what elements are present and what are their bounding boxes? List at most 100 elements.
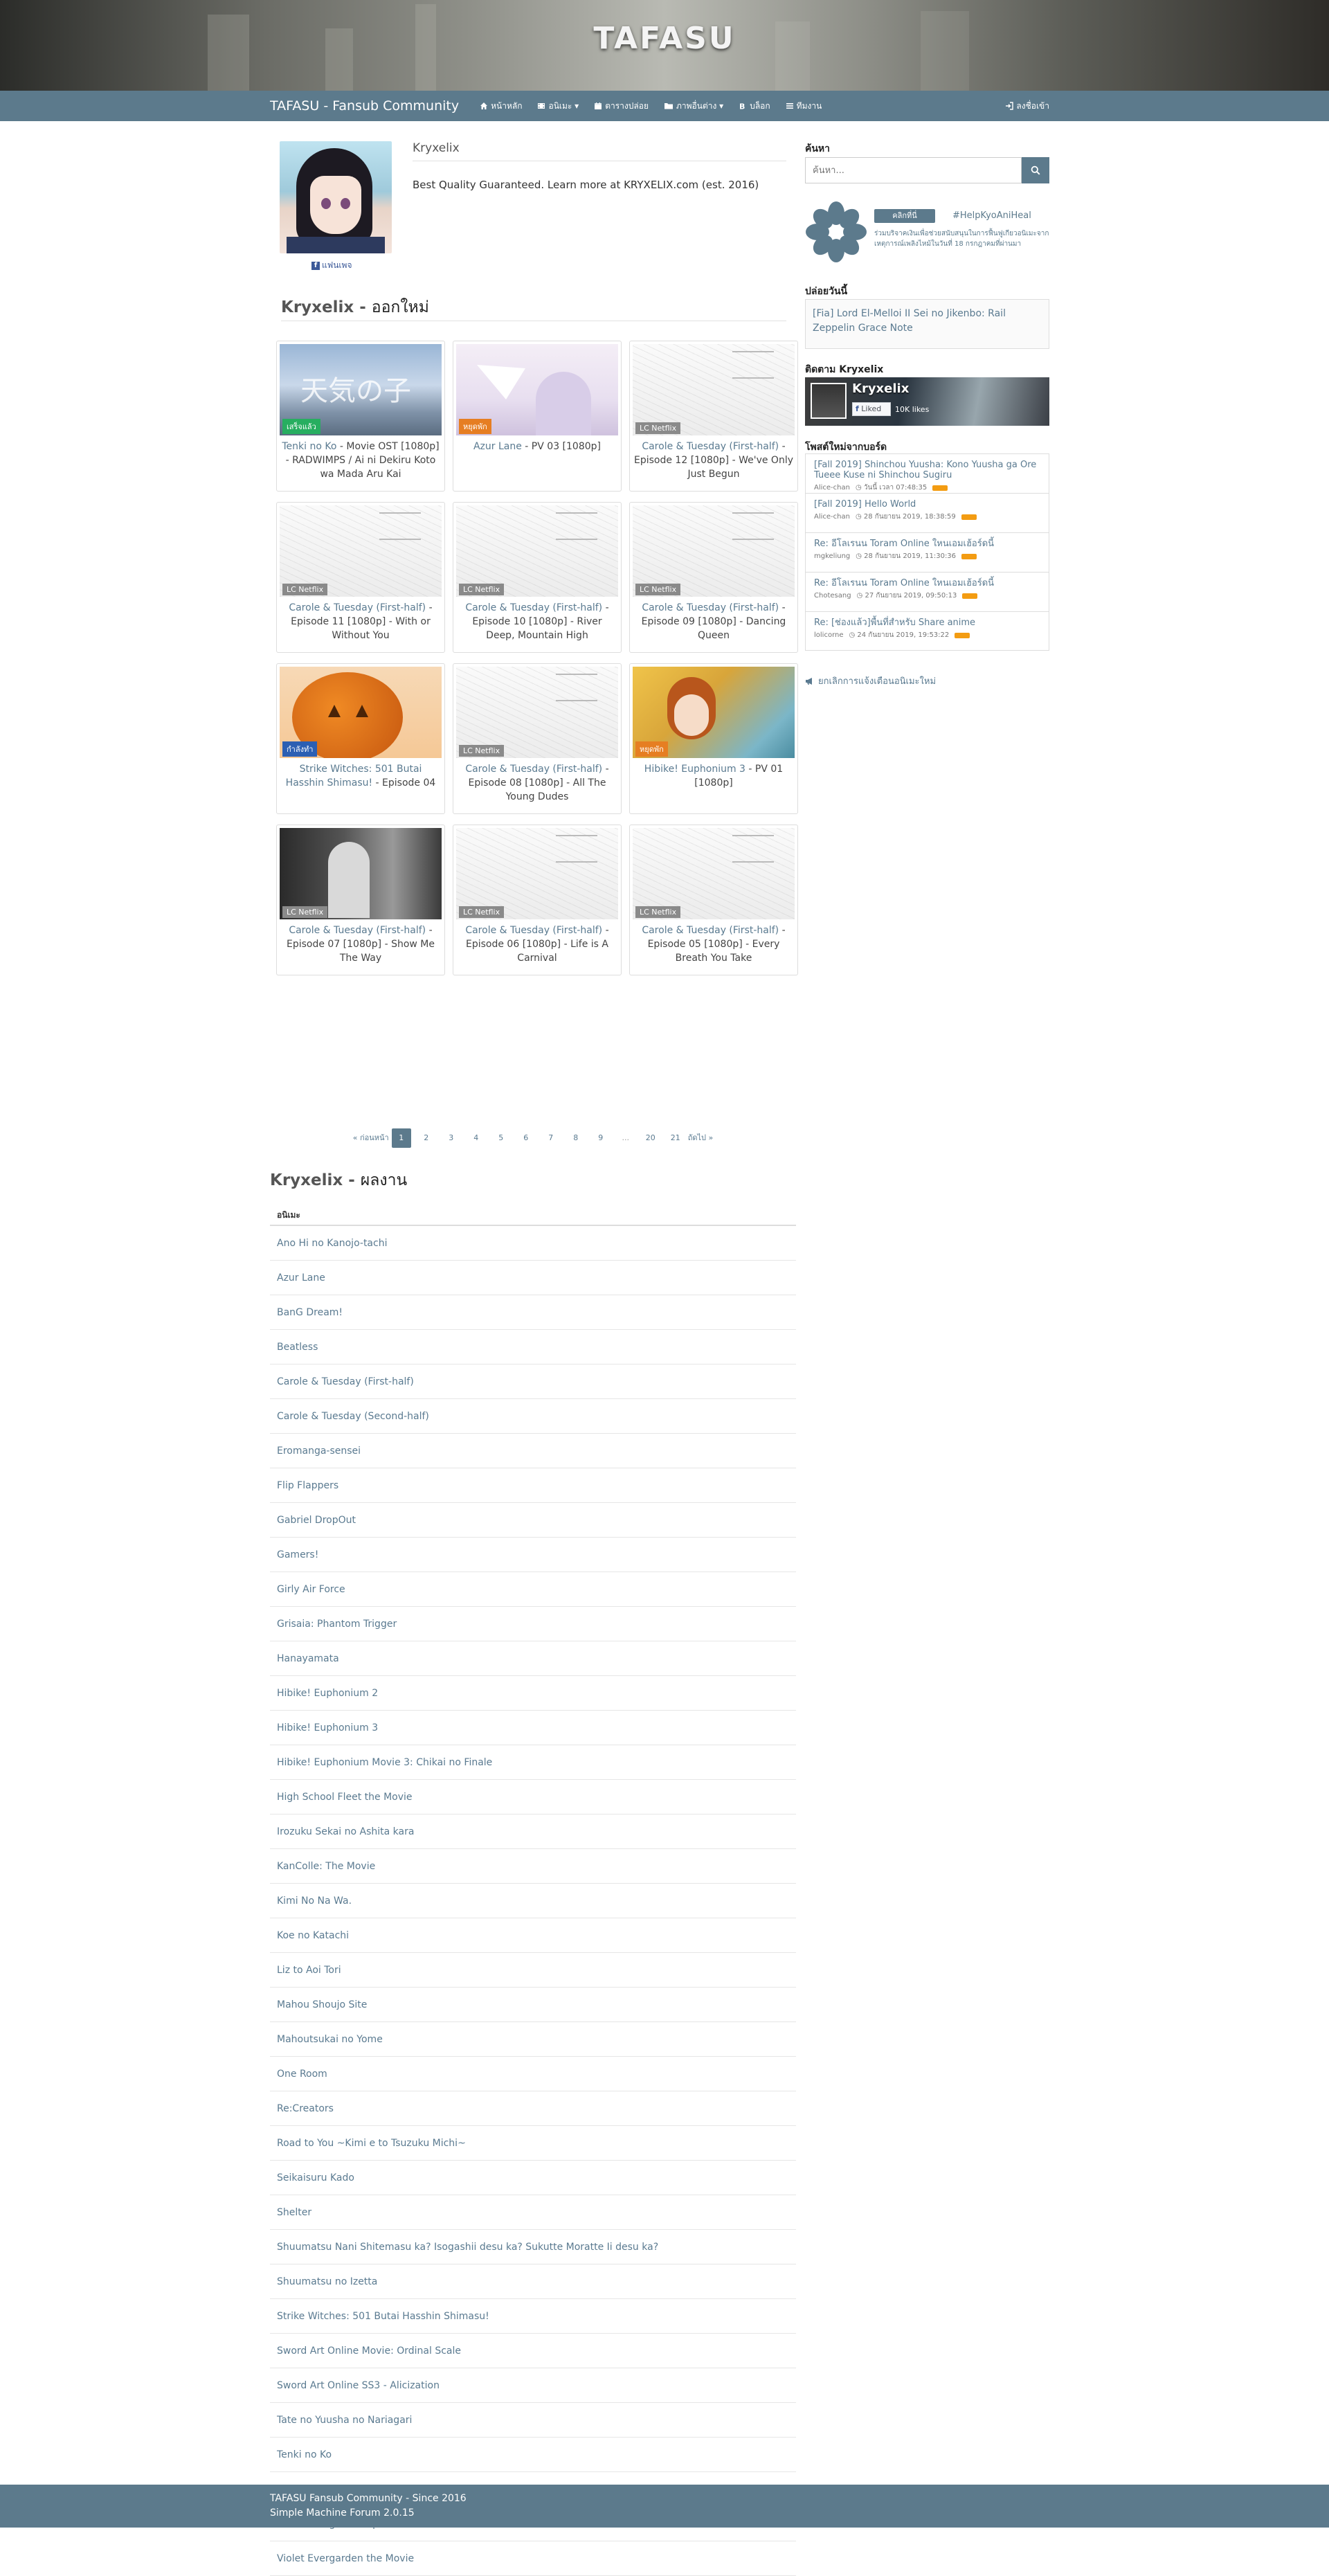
post-title-text[interactable]: อีโลเรนน Toram Online ใหนเอมเฮ้อร์ดนี้ [831, 578, 994, 588]
release-series[interactable]: Carole & Tuesday (First-half) [642, 925, 779, 936]
post-title[interactable]: [Fall 2019] Shinchou Yuusha: Kono Yuusha… [814, 460, 1040, 480]
help-kyoani-banner[interactable]: คลิกที่นี่ #HelpKyoAniHeal ร่วมบริจาคเงิ… [805, 201, 1049, 270]
new-post-item[interactable]: [Fall 2019] Shinchou Yuusha: Kono Yuusha… [806, 454, 1049, 494]
pagination-next[interactable]: ถัดไป » [688, 1128, 714, 1148]
works-row[interactable]: Gabriel DropOut [270, 1503, 796, 1538]
post-title-text[interactable]: อีโลเรนน Toram Online ใหนเอมเฮ้อร์ดนี้ [831, 539, 994, 549]
release-card[interactable]: 天気の子 เสร็จแล้ว Tenki no Ko - Movie OST [10… [276, 341, 445, 492]
new-post-item[interactable]: Re: [ช่องแล้ว]พื้นที่สำหรับ Share anime l… [806, 612, 1049, 650]
release-thumbnail[interactable]: หยุดพัก [633, 667, 795, 758]
pagination-page[interactable]: 21 [663, 1128, 688, 1148]
release-title[interactable]: Carole & Tuesday (First-half) - Episode … [281, 924, 440, 965]
works-row[interactable]: Girly Air Force [270, 1572, 796, 1607]
release-thumbnail[interactable]: LC Netflix [280, 828, 442, 919]
release-card[interactable]: LC Netflix Carole & Tuesday (First-half) … [629, 502, 798, 653]
works-row[interactable]: Sword Art Online SS3 - Alicization [270, 2368, 796, 2403]
works-row[interactable]: Sword Art Online Movie: Ordinal Scale [270, 2334, 796, 2368]
release-card[interactable]: LC Netflix Carole & Tuesday (First-half) … [453, 825, 622, 975]
release-thumbnail[interactable]: LC Netflix [456, 828, 618, 919]
release-series[interactable]: Carole & Tuesday (First-half) [465, 602, 602, 613]
post-title[interactable]: [Fall 2019] Hello World [814, 499, 1040, 510]
footer-forum-version[interactable]: Simple Machine Forum 2.0.15 [270, 2506, 467, 2521]
navbar-brand[interactable]: TAFASU - Fansub Community [270, 98, 459, 114]
works-row[interactable]: Tate no Yuusha no Nariagari [270, 2403, 796, 2438]
search-input[interactable] [805, 157, 1022, 183]
release-title[interactable]: Carole & Tuesday (First-half) - Episode … [458, 924, 617, 965]
works-row[interactable]: Irozuku Sekai no Ashita kara [270, 1814, 796, 1849]
nav-schedule[interactable]: ตารางปล่อย [594, 100, 649, 113]
release-thumbnail[interactable]: LC Netflix [456, 505, 618, 597]
release-title[interactable]: Carole & Tuesday (First-half) - Episode … [281, 601, 440, 642]
post-title-text[interactable]: [ช่องแล้ว]พื้นที่สำหรับ Share anime [831, 618, 975, 628]
release-card[interactable]: LC Netflix Carole & Tuesday (First-half) … [453, 502, 622, 653]
help-button[interactable]: คลิกที่นี่ [874, 209, 935, 223]
release-series[interactable]: Azur Lane [473, 441, 522, 452]
pagination-page[interactable]: 1 [391, 1128, 411, 1148]
works-row[interactable]: Gamers! [270, 1538, 796, 1572]
works-row[interactable]: Shelter [270, 2195, 796, 2230]
post-author[interactable]: lolicorne [814, 631, 844, 639]
works-row[interactable]: Strike Witches: 501 Butai Hasshin Shimas… [270, 2299, 796, 2334]
post-author[interactable]: Alice-chan [814, 484, 850, 492]
release-thumbnail[interactable]: LC Netflix [456, 667, 618, 758]
release-title[interactable]: Carole & Tuesday (First-half) - Episode … [634, 601, 793, 642]
works-row[interactable]: Carole & Tuesday (Second-half) [270, 1399, 796, 1434]
works-row[interactable]: Grisaia: Phantom Trigger [270, 1607, 796, 1641]
release-card[interactable]: กำลังทำ Strike Witches: 501 Butai Hasshin… [276, 663, 445, 814]
release-title[interactable]: Azur Lane - PV 03 [1080p] [458, 440, 617, 453]
release-title[interactable]: Tenki no Ko - Movie OST [1080p] - RADWIM… [281, 440, 440, 481]
new-post-item[interactable]: Re: อีโลเรนน Toram Online ใหนเอมเฮ้อร์ดน… [806, 533, 1049, 573]
nav-blog[interactable]: B บล็อก [739, 100, 770, 113]
pagination-page[interactable]: 5 [489, 1128, 514, 1148]
release-thumbnail[interactable]: LC Netflix [280, 505, 442, 597]
release-title[interactable]: Carole & Tuesday (First-half) - Episode … [458, 601, 617, 642]
new-post-item[interactable]: [Fall 2019] Hello World Alice-chan ◷ 28 กั… [806, 494, 1049, 533]
release-title[interactable]: Hibike! Euphonium 3 - PV 01 [1080p] [634, 762, 793, 790]
release-title[interactable]: Carole & Tuesday (First-half) - Episode … [634, 440, 793, 481]
works-row[interactable]: Road to You ~Kimi e to Tsuzuku Michi~ [270, 2126, 796, 2161]
release-series[interactable]: Carole & Tuesday (First-half) [289, 602, 426, 613]
release-thumbnail[interactable]: หยุดพัก [456, 344, 618, 435]
works-row[interactable]: High School Fleet the Movie [270, 1780, 796, 1814]
today-release-link[interactable]: [Fia] Lord El-Melloi II Sei no Jikenbo: … [813, 308, 1006, 334]
unsubscribe-new-anime-link[interactable]: ยกเลิกการแจ้งเตือนอนิเมะใหม่ [805, 674, 936, 688]
release-thumbnail[interactable]: 天気の子 เสร็จแล้ว [280, 344, 442, 435]
release-card[interactable]: LC Netflix Carole & Tuesday (First-half) … [276, 502, 445, 653]
facebook-page-widget[interactable]: Kryxelix f Liked 10K likes [805, 377, 1049, 426]
release-card[interactable]: LC Netflix Carole & Tuesday (First-half) … [453, 663, 622, 814]
post-author[interactable]: mgkeliung [814, 552, 850, 560]
new-post-item[interactable]: Re: อีโลเรนน Toram Online ใหนเอมเฮ้อร์ดน… [806, 573, 1049, 612]
post-title-text[interactable]: [Fall 2019] Hello World [814, 499, 916, 510]
release-series[interactable]: Carole & Tuesday (First-half) [465, 764, 602, 775]
pagination-page[interactable]: 8 [563, 1128, 588, 1148]
search-button[interactable] [1022, 157, 1049, 183]
release-title[interactable]: Carole & Tuesday (First-half) - Episode … [634, 924, 793, 965]
release-title[interactable]: Carole & Tuesday (First-half) - Episode … [458, 762, 617, 804]
nav-home[interactable]: หน้าหลัก [480, 100, 522, 113]
site-logo[interactable]: TAFASU [0, 21, 1329, 56]
release-series[interactable]: Carole & Tuesday (First-half) [289, 925, 426, 936]
pagination-page[interactable]: 2 [414, 1128, 439, 1148]
works-row[interactable]: Beatless [270, 1330, 796, 1364]
works-row[interactable]: Koe no Katachi [270, 1918, 796, 1953]
works-row[interactable]: Mahou Shoujo Site [270, 1988, 796, 2022]
release-card[interactable]: LC Netflix Carole & Tuesday (First-half) … [276, 825, 445, 975]
pagination-page[interactable]: 4 [464, 1128, 489, 1148]
release-card[interactable]: LC Netflix Carole & Tuesday (First-half) … [629, 341, 798, 492]
post-author[interactable]: Chotesang [814, 592, 851, 600]
works-row[interactable]: Flip Flappers [270, 1468, 796, 1503]
nav-gallery[interactable]: ภาพอื่นต่าง ▾ [664, 100, 723, 113]
login-link[interactable]: ลงชื่อเข้า [1005, 100, 1049, 113]
release-thumbnail[interactable]: LC Netflix [633, 344, 795, 435]
pagination-page[interactable]: 6 [514, 1128, 539, 1148]
post-title[interactable]: Re: อีโลเรนน Toram Online ใหนเอมเฮ้อร์ดน… [814, 578, 1040, 588]
works-row[interactable]: BanG Dream! [270, 1295, 796, 1330]
release-series[interactable]: Carole & Tuesday (First-half) [642, 441, 779, 452]
pagination-page[interactable]: 3 [439, 1128, 464, 1148]
nav-anime[interactable]: อนิเมะ ▾ [537, 100, 579, 113]
post-title[interactable]: Re: [ช่องแล้ว]พื้นที่สำหรับ Share anime [814, 618, 1040, 628]
works-row[interactable]: Ano Hi no Kanojo-tachi [270, 1226, 796, 1261]
release-thumbnail[interactable]: LC Netflix [633, 505, 795, 597]
works-row[interactable]: KanColle: The Movie [270, 1849, 796, 1884]
facebook-liked-button[interactable]: f Liked [852, 402, 891, 416]
